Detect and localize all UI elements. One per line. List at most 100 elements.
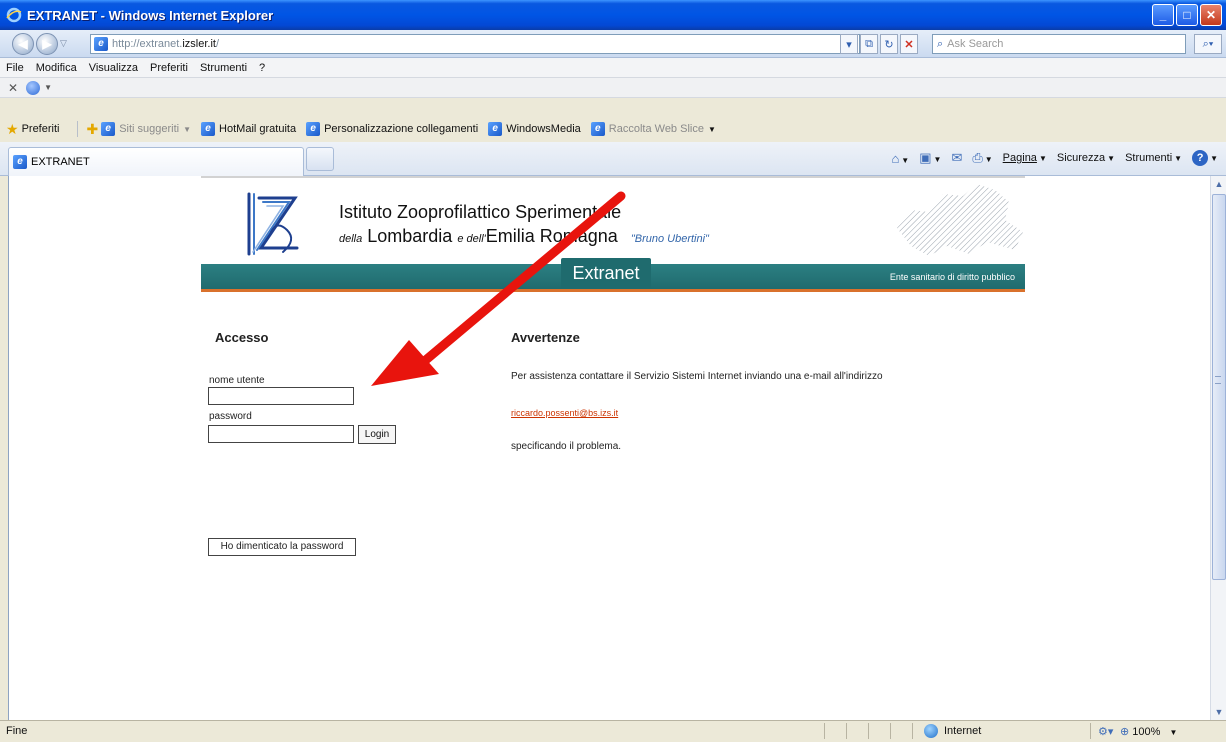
search-input[interactable]: ⌕ Ask Search <box>932 34 1186 54</box>
divider <box>846 723 847 739</box>
institute-name-line2: della Lombardia e dell'Emilia Romagna "B… <box>339 226 709 247</box>
login-heading: Accesso <box>215 330 269 345</box>
feeds-button[interactable]: ▣ ▼ <box>919 150 941 166</box>
fav-label: HotMail gratuita <box>219 123 297 135</box>
close-toolbar-icon[interactable]: ✕ <box>8 81 18 95</box>
region-map-icon <box>897 184 1023 256</box>
menu-help[interactable]: ? <box>259 62 265 74</box>
home-button[interactable]: ⌂ ▼ <box>891 151 909 166</box>
divider <box>912 723 913 739</box>
globe-icon <box>924 724 938 738</box>
url-prefix: http://extranet. <box>112 38 183 50</box>
chevron-down-icon[interactable]: ▼ <box>44 83 52 92</box>
menu-preferiti[interactable]: Preferiti <box>150 62 188 74</box>
back-button[interactable]: ◀ <box>12 33 34 55</box>
search-go-button[interactable]: ⌕▾ <box>1194 34 1222 54</box>
vertical-scrollbar[interactable]: ▲ ▼ <box>1210 176 1226 720</box>
stop-icon[interactable]: ✕ <box>900 34 918 54</box>
favorites-bar: ★ Preferiti ✚ e Siti suggeriti ▼ e HotMa… <box>0 118 1226 140</box>
fav-label: Raccolta Web Slice <box>608 123 704 135</box>
zoom-level[interactable]: ⊕ 100% ▼ <box>1120 725 1177 738</box>
fav-label: Siti suggeriti <box>119 123 180 135</box>
mail-icon[interactable]: ✉ <box>951 150 962 166</box>
scroll-grip <box>1215 376 1221 384</box>
help-button[interactable]: ? ▼ <box>1192 150 1218 166</box>
print-icon: ⎙ <box>972 150 983 165</box>
print-button[interactable]: ⎙ ▼ <box>972 150 992 166</box>
divider <box>824 723 825 739</box>
minimize-button[interactable]: _ <box>1152 4 1174 26</box>
username-input[interactable] <box>208 387 354 405</box>
menu-modifica[interactable]: Modifica <box>36 62 77 74</box>
fav-hotmail[interactable]: e HotMail gratuita <box>201 122 296 136</box>
security-menu-label: Sicurezza <box>1056 152 1106 164</box>
inst-della: della <box>339 233 363 245</box>
add-favorite-icon[interactable]: ✚ <box>86 121 98 138</box>
chevron-down-icon: ▼ <box>183 124 192 134</box>
ie-page-icon: e <box>590 122 605 136</box>
fav-web-slice[interactable]: e Raccolta Web Slice ▼ <box>590 122 716 136</box>
title-bar: EXTRANET - Windows Internet Explorer _ □… <box>0 0 1226 30</box>
institute-name-line1: Istituto Zooprofilattico Sperimentale <box>339 202 622 222</box>
help-icon: ? <box>1192 150 1209 166</box>
url-suffix: / <box>215 38 220 50</box>
new-tab-button[interactable] <box>306 147 334 171</box>
tools-menu-label: Strumenti <box>1125 152 1173 164</box>
login-button[interactable]: Login <box>358 425 396 444</box>
inst-person-name: "Bruno Ubertini" <box>630 233 709 245</box>
extranet-title: Extranet <box>561 258 651 289</box>
divider <box>1090 723 1091 739</box>
compatibility-view-icon[interactable]: ⧉ <box>860 34 878 54</box>
favorites-button[interactable]: ★ Preferiti <box>6 121 59 138</box>
maximize-button[interactable]: □ <box>1176 4 1198 26</box>
fav-windowsmedia[interactable]: e WindowsMedia <box>488 122 581 136</box>
tab-label: EXTRANET <box>31 156 90 168</box>
status-bar: Fine Internet ⚙▾ ⊕ 100% ▼ <box>0 720 1226 742</box>
inst-edell: e dell' <box>457 233 486 245</box>
status-text: Fine <box>6 725 28 737</box>
history-dropdown-icon[interactable]: ▽ <box>60 38 67 49</box>
forgot-password-button[interactable]: Ho dimenticato la password <box>208 538 356 556</box>
tab-extranet[interactable]: e EXTRANET <box>8 147 304 176</box>
notice-text: Per assistenza contattare il Servizio Si… <box>511 371 883 382</box>
support-email-link[interactable]: riccardo.possenti@bs.izs.it <box>511 408 618 418</box>
fav-personalizzazione[interactable]: e Personalizzazione collegamenti <box>306 122 478 136</box>
star-icon: ★ <box>6 120 19 137</box>
rss-icon: ▣ <box>919 150 932 165</box>
ie-logo-icon <box>6 7 22 23</box>
close-button[interactable]: ✕ <box>1200 4 1222 26</box>
search-placeholder: Ask Search <box>947 38 1004 50</box>
chevron-down-icon: ▼ <box>707 124 716 134</box>
fav-label: Personalizzazione collegamenti <box>324 123 479 135</box>
menu-file[interactable]: File <box>6 62 24 74</box>
protected-mode-icon[interactable]: ⚙▾ <box>1098 725 1113 738</box>
forward-button[interactable]: ▶ <box>36 33 58 55</box>
security-zone[interactable]: Internet <box>924 724 981 738</box>
divider <box>77 121 79 137</box>
password-input[interactable] <box>208 425 354 443</box>
window-title: EXTRANET - Windows Internet Explorer <box>27 7 274 23</box>
scroll-up-icon[interactable]: ▲ <box>1211 176 1226 192</box>
scroll-thumb[interactable] <box>1212 194 1226 580</box>
url-host: izsler.it <box>182 38 216 50</box>
menu-visualizza[interactable]: Visualizza <box>89 62 138 74</box>
chevron-down-icon: ▼ <box>1169 728 1178 737</box>
url-dropdown-icon[interactable]: ▾ <box>840 34 858 54</box>
username-label: nome utente <box>209 375 265 386</box>
toolbar-app-icon[interactable] <box>26 80 41 95</box>
tools-menu[interactable]: Strumenti ▼ <box>1125 152 1182 164</box>
inst-lombardia: Lombardia <box>367 226 453 246</box>
favorites-label: Preferiti <box>21 123 60 135</box>
security-menu[interactable]: Sicurezza ▼ <box>1057 152 1115 164</box>
menu-strumenti[interactable]: Strumenti <box>200 62 247 74</box>
refresh-icon[interactable]: ↻ <box>880 34 898 54</box>
url-field[interactable]: e http://extranet. izsler.it / <box>90 34 860 54</box>
zoom-label: 100% <box>1132 726 1161 738</box>
page-menu[interactable]: Pagina ▼ <box>1003 152 1047 164</box>
scroll-down-icon[interactable]: ▼ <box>1211 704 1226 720</box>
fav-label: WindowsMedia <box>506 123 581 135</box>
header-note: Ente sanitario di diritto pubblico <box>889 272 1015 282</box>
fav-siti-suggeriti[interactable]: e Siti suggeriti ▼ <box>101 122 191 136</box>
divider <box>868 723 869 739</box>
search-icon: ⌕ <box>937 37 944 50</box>
